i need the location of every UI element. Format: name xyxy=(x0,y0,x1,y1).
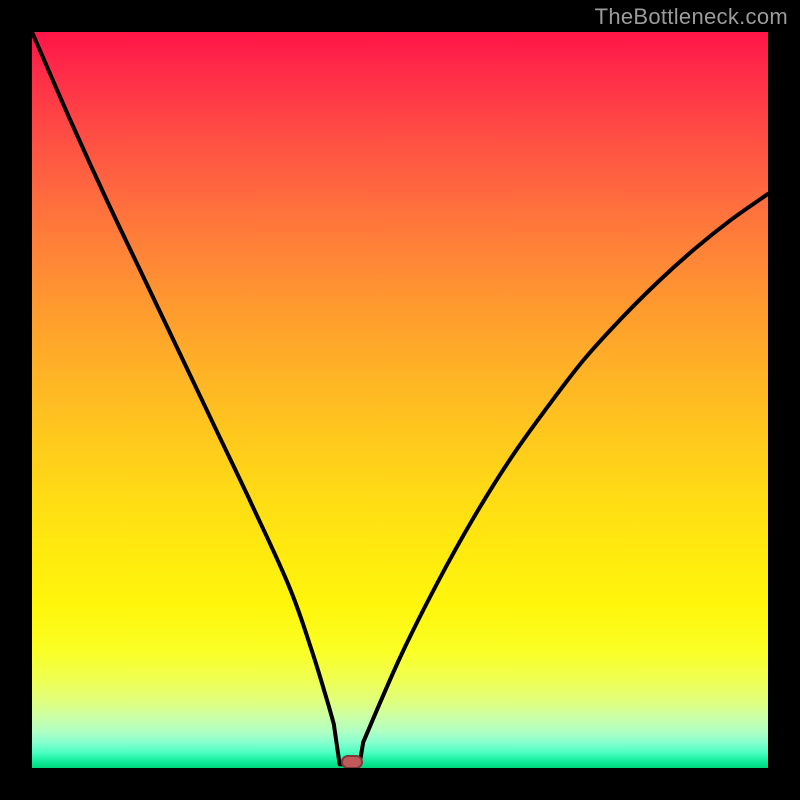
optimum-marker xyxy=(341,755,363,768)
watermark-text: TheBottleneck.com xyxy=(595,4,788,30)
curve-svg xyxy=(32,32,768,768)
chart-frame: TheBottleneck.com xyxy=(0,0,800,800)
plot-area xyxy=(32,32,768,768)
bottleneck-curve-path xyxy=(32,32,768,764)
